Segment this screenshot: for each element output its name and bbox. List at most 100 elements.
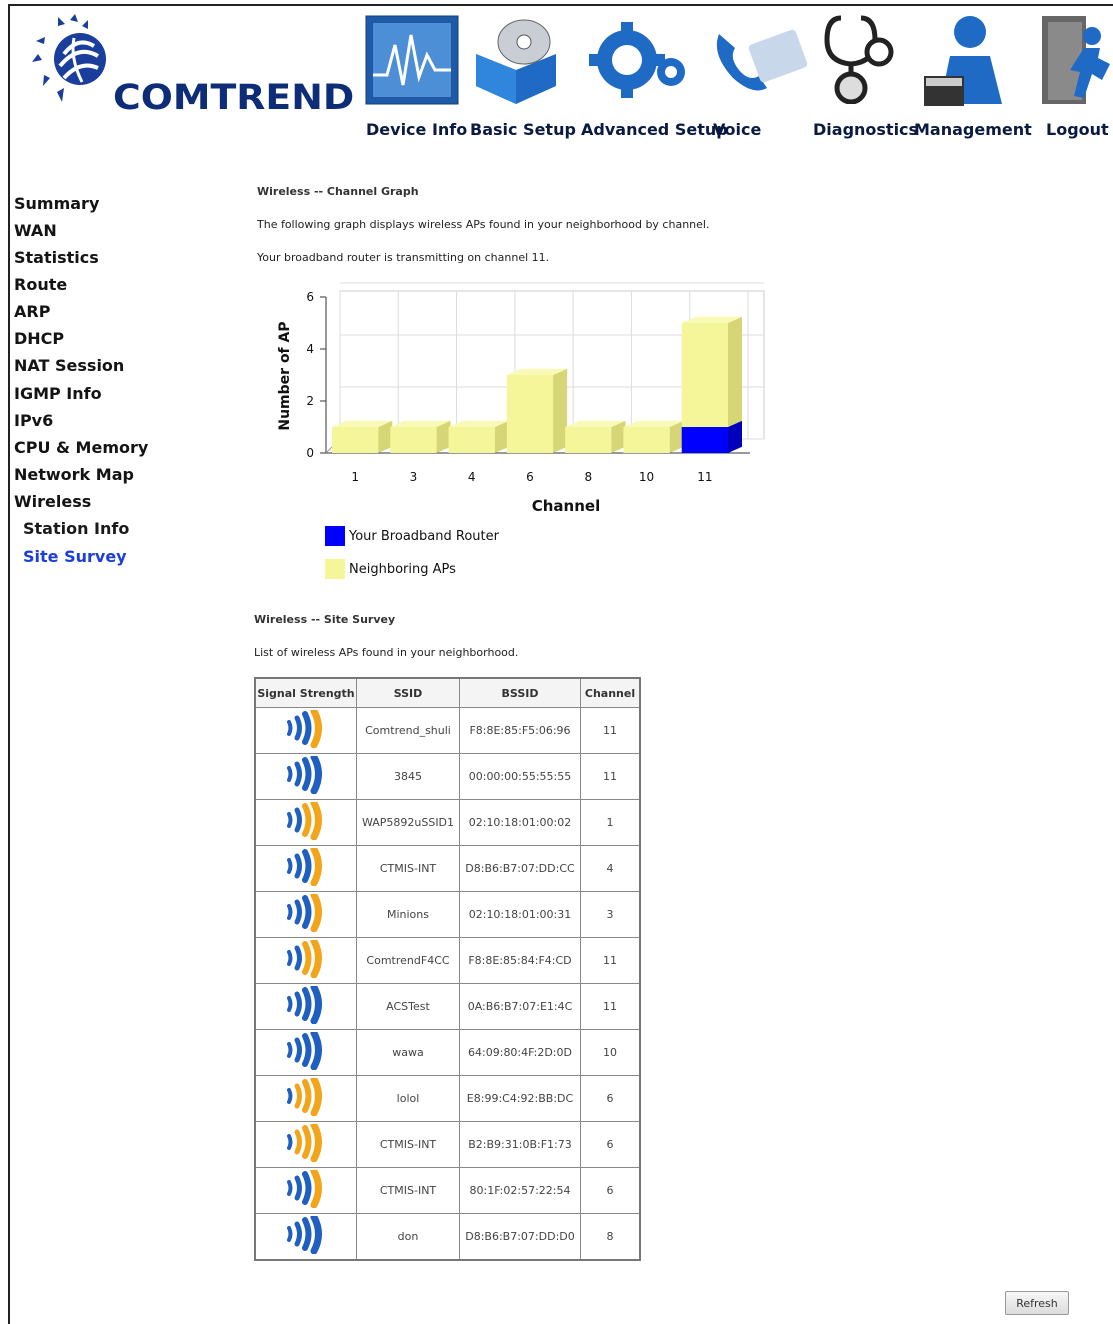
ssid-cell: Comtrend_shuli [356, 707, 460, 754]
channel-cell: 11 [580, 937, 641, 984]
channel-cell: 8 [580, 1213, 641, 1261]
y-axis-label: Number of AP [277, 321, 293, 430]
ssid-cell: CTMIS-INT [356, 1121, 460, 1168]
basic-setup-icon [468, 16, 564, 110]
channel-cell: 4 [580, 845, 641, 892]
sidebar-item-site-survey[interactable]: Site Survey [23, 547, 127, 566]
signal-strength-icon [287, 937, 322, 979]
signal-cell [254, 937, 357, 984]
legend-swatch-router [325, 526, 345, 546]
ssid-cell: 3845 [356, 753, 460, 800]
survey-description: List of wireless APs found in your neigh… [254, 646, 519, 659]
y-tick-label: 4 [306, 342, 314, 356]
channel-cell: 3 [580, 891, 641, 938]
x-tick-label: 6 [526, 470, 534, 484]
diagnostics-icon [821, 12, 901, 108]
table-row: Minions 02:10:18:01:00:31 3 [254, 891, 641, 938]
channel-cell: 11 [580, 983, 641, 1030]
sidebar-item-wan[interactable]: WAN [14, 221, 57, 240]
x-tick-label: 1 [351, 470, 359, 484]
signal-strength-icon [287, 891, 322, 933]
sidebar-item-ipv6[interactable]: IPv6 [14, 411, 53, 430]
sidebar-item-station-info[interactable]: Station Info [23, 519, 129, 538]
ssid-cell: WAP5892uSSID1 [356, 799, 460, 846]
signal-strength-icon [287, 845, 322, 887]
signal-strength-icon [287, 1121, 322, 1163]
x-tick-label: 3 [410, 470, 418, 484]
main-content: Wireless -- Channel Graph The following … [200, 172, 1113, 1315]
graph-section-title: Wireless -- Channel Graph [257, 185, 419, 198]
channel-cell: 6 [580, 1121, 641, 1168]
graph-description: The following graph displays wireless AP… [257, 218, 710, 231]
chart-bar [565, 427, 612, 453]
signal-strength-icon [287, 983, 322, 1025]
signal-strength-icon [287, 799, 322, 841]
ssid-cell: don [356, 1213, 460, 1261]
ssid-cell: ACSTest [356, 983, 460, 1030]
sidebar-item-nat-session[interactable]: NAT Session [14, 356, 124, 375]
sidebar-item-network-map[interactable]: Network Map [14, 465, 134, 484]
signal-strength-icon [287, 753, 322, 795]
logo-text: COMTREND [113, 78, 355, 118]
chart-bar [390, 427, 437, 453]
table-row: wawa 64:09:80:4F:2D:0D 10 [254, 1029, 641, 1076]
bssid-cell: 02:10:18:01:00:02 [459, 799, 581, 846]
table-row: ACSTest 0A:B6:B7:07:E1:4C 11 [254, 983, 641, 1030]
x-axis-label: Channel [532, 497, 600, 515]
sidebar-item-summary[interactable]: Summary [14, 194, 99, 213]
signal-cell [254, 1213, 357, 1261]
sidebar-item-wireless[interactable]: Wireless [14, 492, 91, 511]
signal-cell [254, 983, 357, 1030]
legend-swatch-neighbors [325, 559, 345, 579]
header: COMTREND Device Info Basic Setup Advance… [10, 6, 1113, 172]
signal-strength-icon [287, 707, 322, 749]
x-tick-label: 4 [468, 470, 476, 484]
signal-cell [254, 753, 357, 800]
table-row: 3845 00:00:00:55:55:55 11 [254, 753, 641, 800]
bssid-cell: D8:B6:B7:07:DD:D0 [459, 1213, 581, 1261]
y-tick-label: 6 [306, 290, 314, 304]
x-tick-label: 11 [697, 470, 712, 484]
site-survey-table: Signal Strength SSID BSSID Channel Comtr… [254, 677, 641, 1261]
chart-bar [681, 427, 728, 453]
legend-label-neighbors: Neighboring APs [349, 562, 456, 577]
signal-cell [254, 707, 357, 754]
sidebar-item-route[interactable]: Route [14, 275, 67, 294]
table-header-row: Signal Strength SSID BSSID Channel [254, 677, 641, 708]
sidebar-item-dhcp[interactable]: DHCP [14, 329, 64, 348]
chart-bar [332, 427, 379, 453]
ssid-cell: ComtrendF4CC [356, 937, 460, 984]
bssid-cell: 64:09:80:4F:2D:0D [459, 1029, 581, 1076]
signal-strength-icon [287, 1075, 322, 1117]
sidebar-item-cpu-memory[interactable]: CPU & Memory [14, 438, 148, 457]
sidebar-item-statistics[interactable]: Statistics [14, 248, 99, 267]
channel-cell: 1 [580, 799, 641, 846]
signal-cell [254, 799, 357, 846]
ssid-cell: Minions [356, 891, 460, 938]
ssid-cell: CTMIS-INT [356, 845, 460, 892]
bssid-cell: E8:99:C4:92:BB:DC [459, 1075, 581, 1122]
channel-cell: 11 [580, 707, 641, 754]
management-icon [924, 14, 1014, 110]
sidebar-item-arp[interactable]: ARP [14, 302, 50, 321]
table-row: WAP5892uSSID1 02:10:18:01:00:02 1 [254, 799, 641, 846]
bssid-cell: 02:10:18:01:00:31 [459, 891, 581, 938]
channel-cell: 6 [580, 1075, 641, 1122]
bssid-cell: 0A:B6:B7:07:E1:4C [459, 983, 581, 1030]
table-row: Comtrend_shuli F8:8E:85:F5:06:96 11 [254, 707, 641, 754]
y-tick-label: 2 [306, 394, 314, 408]
sidebar-item-igmp-info[interactable]: IGMP Info [14, 384, 102, 403]
refresh-button[interactable]: Refresh [1005, 1291, 1069, 1315]
signal-strength-icon [287, 1167, 322, 1209]
table-row: CTMIS-INT B2:B9:31:0B:F1:73 6 [254, 1121, 641, 1168]
voice-icon [713, 26, 809, 102]
table-row: lolol E8:99:C4:92:BB:DC 6 [254, 1075, 641, 1122]
device-info-icon [365, 15, 459, 109]
col-channel: Channel [580, 677, 641, 708]
comtrend-logo-icon [30, 14, 110, 114]
signal-cell [254, 1029, 357, 1076]
advanced-setup-icon [589, 20, 689, 104]
signal-cell [254, 1075, 357, 1122]
channel-cell: 6 [580, 1167, 641, 1214]
ssid-cell: CTMIS-INT [356, 1167, 460, 1214]
